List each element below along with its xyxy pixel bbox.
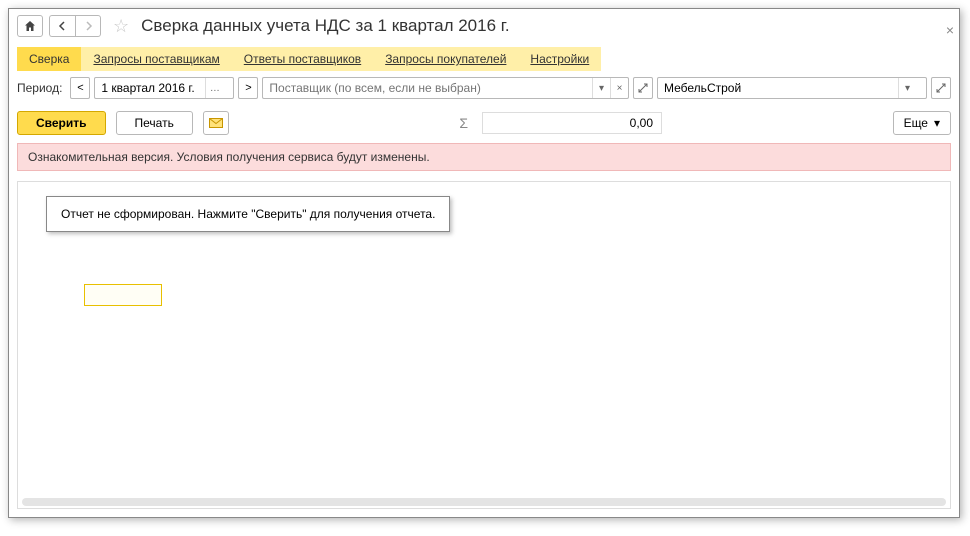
tab-sverka[interactable]: Сверка xyxy=(17,47,81,71)
supplier-open-button[interactable] xyxy=(633,77,653,99)
warning-banner: Ознакомительная версия. Условия получени… xyxy=(17,143,951,171)
close-icon[interactable]: × xyxy=(946,22,954,38)
sigma-icon: Σ xyxy=(459,115,468,131)
print-button[interactable]: Печать xyxy=(116,111,193,135)
report-area: Отчет не сформирован. Нажмите "Сверить" … xyxy=(17,181,951,509)
period-prev-button[interactable]: < xyxy=(70,77,90,99)
back-button[interactable] xyxy=(49,15,75,37)
supplier-clear-button[interactable]: × xyxy=(610,78,628,98)
email-button[interactable] xyxy=(203,111,229,135)
period-next-button[interactable]: > xyxy=(238,77,258,99)
sum-field: 0,00 xyxy=(482,112,662,134)
organization-input[interactable] xyxy=(658,78,898,98)
verify-button[interactable]: Сверить xyxy=(17,111,106,135)
home-button[interactable] xyxy=(17,15,43,37)
supplier-dropdown-button[interactable]: ▾ xyxy=(592,78,610,98)
period-picker-button[interactable]: … xyxy=(205,78,223,98)
supplier-input[interactable] xyxy=(263,78,592,98)
organization-combo[interactable]: ▾ xyxy=(657,77,927,99)
chevron-down-icon: ▾ xyxy=(934,116,940,130)
organization-dropdown-button[interactable]: ▾ xyxy=(898,78,916,98)
organization-open-button[interactable] xyxy=(931,77,951,99)
tab-otvety-postavshchikov[interactable]: Ответы поставщиков xyxy=(232,47,373,71)
tab-zaprosy-postavshchikam[interactable]: Запросы поставщикам xyxy=(81,47,231,71)
favorite-star-icon[interactable]: ☆ xyxy=(113,16,129,37)
tab-nastroiki[interactable]: Настройки xyxy=(518,47,601,71)
period-combo[interactable]: … xyxy=(94,77,234,99)
supplier-combo[interactable]: ▾ × xyxy=(262,77,629,99)
forward-button[interactable] xyxy=(75,15,101,37)
period-input[interactable] xyxy=(95,78,205,98)
selection-box[interactable] xyxy=(84,284,162,306)
page-title: Сверка данных учета НДС за 1 квартал 201… xyxy=(141,16,509,36)
more-button[interactable]: Еще ▾ xyxy=(893,111,951,135)
period-label: Период: xyxy=(17,81,62,95)
tab-zaprosy-pokupatelei[interactable]: Запросы покупателей xyxy=(373,47,518,71)
tab-bar: Сверка Запросы поставщикам Ответы постав… xyxy=(17,47,601,71)
horizontal-scrollbar[interactable] xyxy=(22,498,946,506)
report-placeholder-message: Отчет не сформирован. Нажмите "Сверить" … xyxy=(46,196,450,232)
more-label: Еще xyxy=(904,116,928,130)
